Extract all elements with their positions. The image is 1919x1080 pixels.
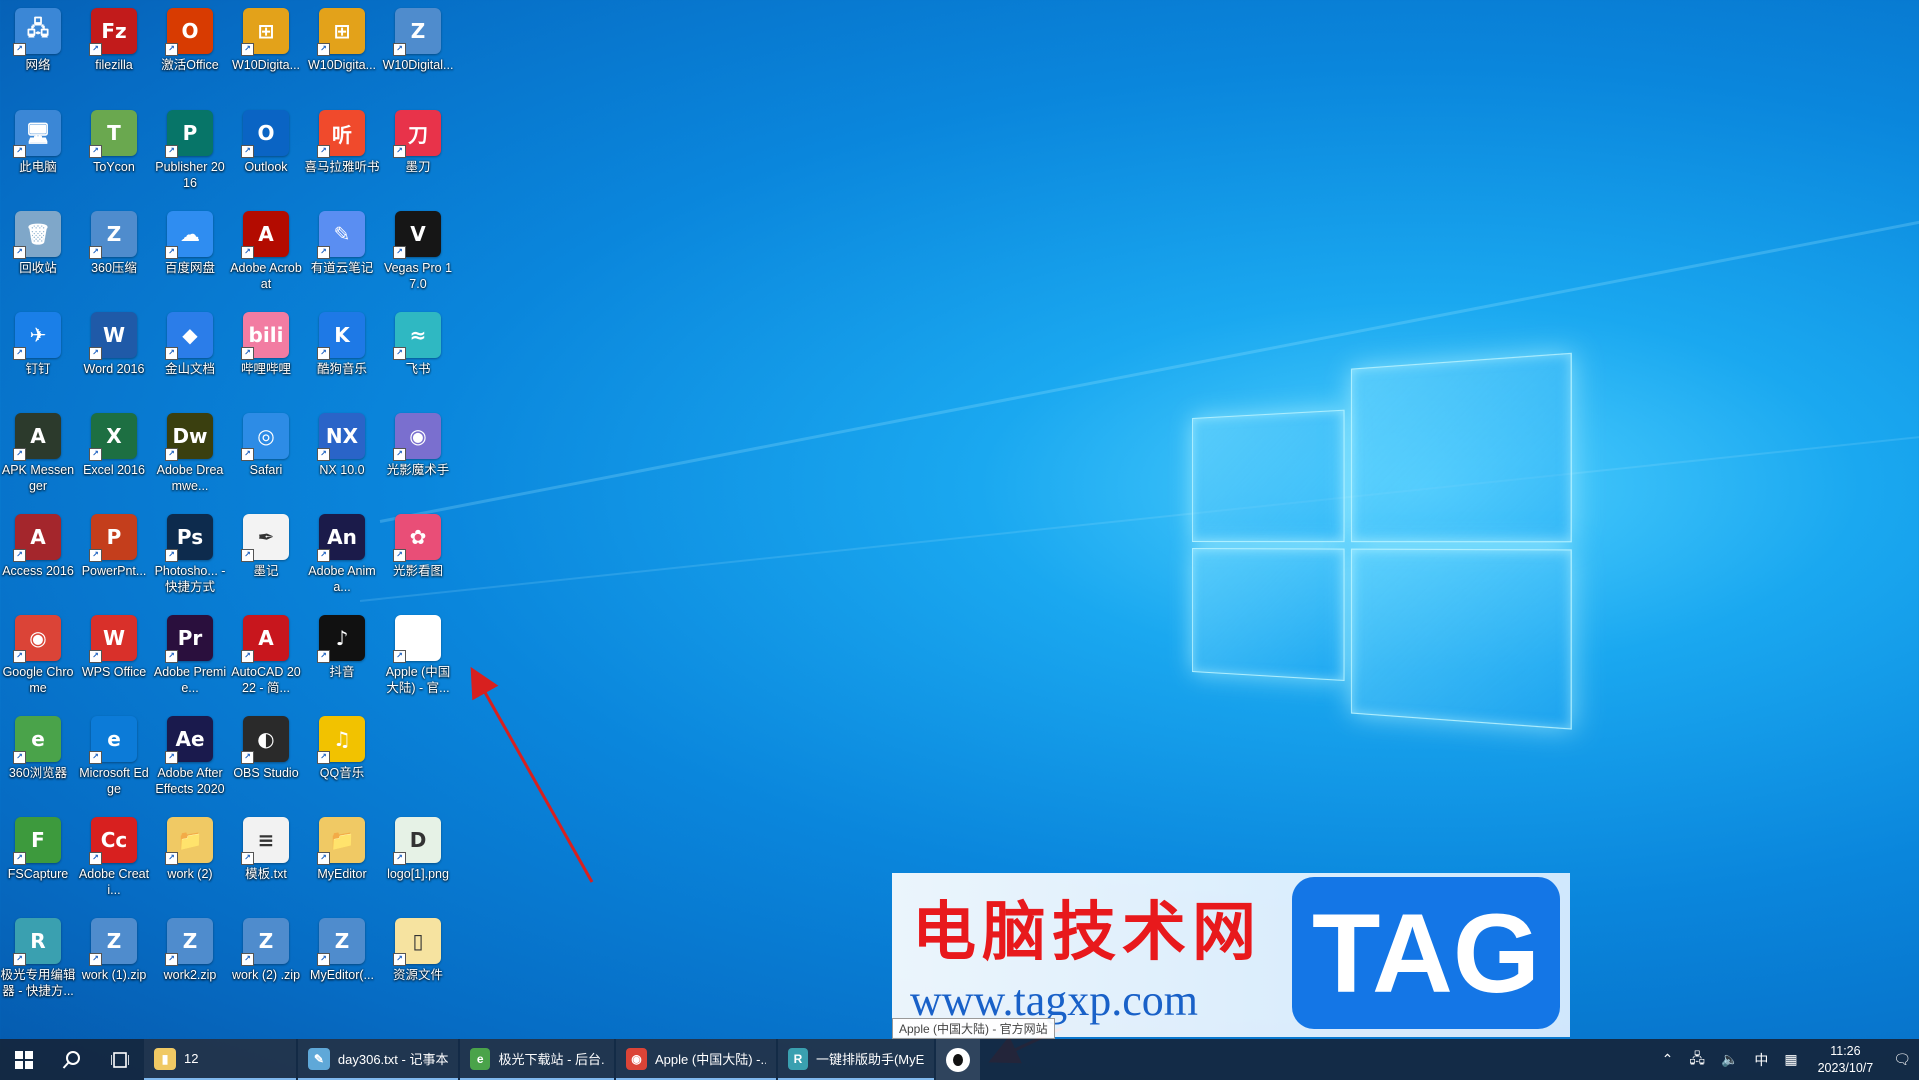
clock[interactable]: 11:26 2023/10/7 bbox=[1818, 1043, 1874, 1077]
chrome-icon: ◉ bbox=[626, 1048, 647, 1070]
taskbar-task-button[interactable]: ✎ day306.txt - 记事本 bbox=[298, 1039, 458, 1080]
notification-icon[interactable]: 🗨 bbox=[1893, 1051, 1911, 1068]
taskbar-apple-button[interactable] bbox=[936, 1039, 980, 1080]
notepad-icon: ✎ bbox=[308, 1048, 330, 1070]
task-view-icon bbox=[111, 1051, 129, 1069]
watermark-banner: 电脑技术网 www.tagxp.com TAG bbox=[892, 873, 1570, 1037]
editor-icon: R bbox=[788, 1048, 808, 1070]
folder-icon: ▮ bbox=[154, 1048, 176, 1070]
taskbar-task-label: Apple (中国大陆) -... bbox=[655, 1049, 766, 1068]
ime-indicator[interactable]: 中 bbox=[1754, 1050, 1768, 1070]
taskbar-task-button[interactable]: ▮ 12 bbox=[144, 1039, 296, 1080]
browser-icon: e bbox=[470, 1048, 490, 1070]
start-button[interactable] bbox=[0, 1039, 48, 1080]
clock-time: 11:26 bbox=[1818, 1043, 1874, 1060]
search-button[interactable] bbox=[48, 1039, 96, 1080]
taskbar-task-label: 极光下载站 - 后台... bbox=[498, 1049, 604, 1068]
clock-date: 2023/10/7 bbox=[1818, 1060, 1874, 1077]
taskbar-task-label: 12 bbox=[184, 1051, 198, 1066]
watermark-title: 电脑技术网 bbox=[912, 881, 1262, 973]
search-icon bbox=[62, 1050, 82, 1070]
tray-chevron-up-icon[interactable]: ⌃ bbox=[1662, 1051, 1674, 1068]
volume-icon[interactable]: 🔈 bbox=[1721, 1051, 1738, 1068]
taskbar-task-label: 一键排版助手(MyE... bbox=[816, 1049, 924, 1068]
ime-mode-icon[interactable]: ▦ bbox=[1784, 1051, 1797, 1068]
watermark-tag: TAG bbox=[1292, 877, 1560, 1029]
apple-icon bbox=[946, 1048, 970, 1072]
windows-icon bbox=[15, 1051, 33, 1069]
taskbar-tooltip: Apple (中国大陆) - 官方网站 bbox=[892, 1018, 1055, 1039]
taskbar: ▮ 12 ✎ day306.txt - 记事本 e 极光下载站 - 后台... ◉ Apple… bbox=[0, 1039, 1919, 1080]
system-tray: ⌃ 🖧 🔈 中 ▦ 11:26 2023/10/7 🗨 bbox=[1654, 1039, 1919, 1080]
task-view-button[interactable] bbox=[96, 1039, 144, 1080]
taskbar-task-list: ▮ 12 ✎ day306.txt - 记事本 e 极光下载站 - 后台... ◉ Apple… bbox=[144, 1039, 936, 1080]
taskbar-task-button[interactable]: ◉ Apple (中国大陆) -... bbox=[616, 1039, 776, 1080]
taskbar-task-button[interactable]: e 极光下载站 - 后台... bbox=[460, 1039, 614, 1080]
taskbar-task-label: day306.txt - 记事本 bbox=[338, 1049, 448, 1068]
taskbar-task-button[interactable]: R 一键排版助手(MyE... bbox=[778, 1039, 934, 1080]
network-icon[interactable]: 🖧 bbox=[1689, 1048, 1705, 1072]
annotation-arrow bbox=[478, 680, 592, 882]
